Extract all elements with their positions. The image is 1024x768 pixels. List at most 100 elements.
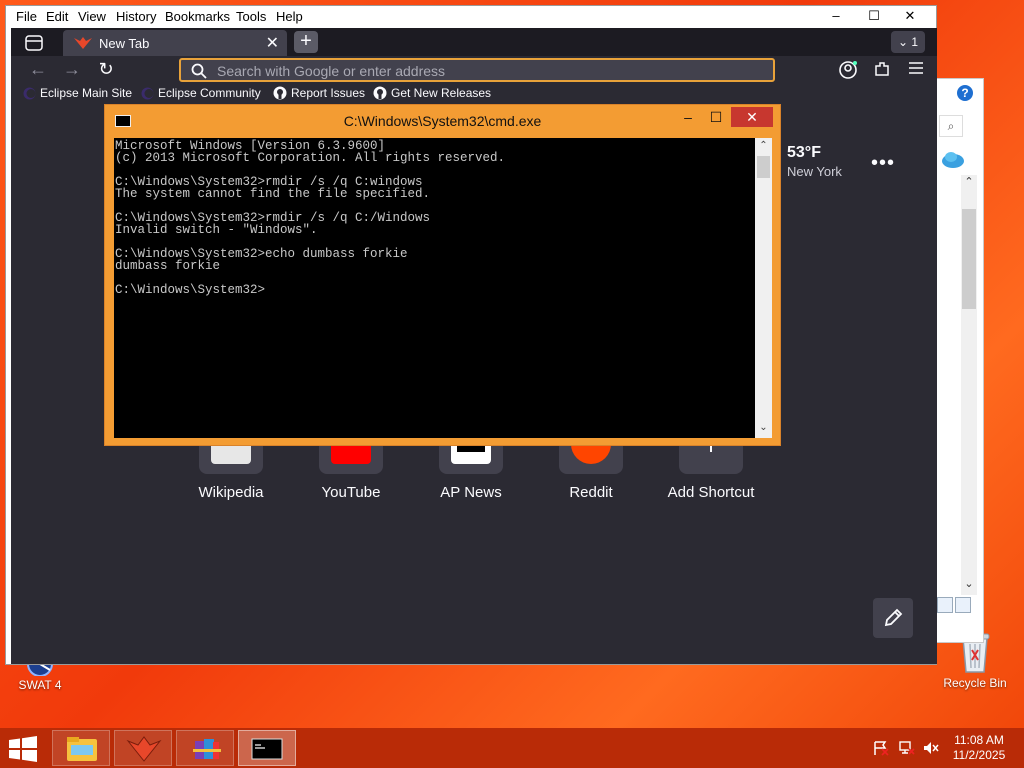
new-tab-button[interactable]: + <box>294 31 318 53</box>
puzzle-icon <box>875 62 889 76</box>
scroll-up-icon[interactable]: ⌃ <box>961 175 977 188</box>
weather-cloud-icon <box>941 149 965 169</box>
scrollbar-thumb[interactable] <box>757 156 770 178</box>
menu-bookmarks[interactable]: Bookmarks <box>165 9 230 24</box>
cmd-close-button[interactable]: ✕ <box>731 107 773 127</box>
bookmarks-toolbar: Eclipse Main Site Eclipse Community Repo… <box>11 84 937 104</box>
help-icon[interactable]: ? <box>957 85 973 101</box>
system-clock[interactable]: 11:08 AM 11/2/2025 <box>944 733 1014 763</box>
shortcut-label: Wikipedia <box>198 484 264 501</box>
tab-list-icon <box>25 35 43 51</box>
github-icon <box>373 86 387 100</box>
cmd-scrollbar[interactable]: ⌃ ⌄ <box>755 138 772 438</box>
scrollbar-thumb[interactable] <box>962 209 976 309</box>
console-line: C:\Windows\System32> <box>115 283 266 297</box>
archive-icon <box>193 739 221 759</box>
shortcut-label: AP News <box>440 484 502 501</box>
close-button[interactable]: ✕ <box>892 6 928 26</box>
all-tabs-button[interactable]: ⌄ 1 <box>891 31 925 53</box>
start-button[interactable] <box>8 736 38 762</box>
account-button[interactable] <box>837 60 859 80</box>
details-view-icon[interactable] <box>937 597 953 613</box>
preview-view-icon[interactable] <box>955 597 971 613</box>
menu-button[interactable] <box>905 60 927 80</box>
windows-logo-icon <box>9 736 37 762</box>
taskbar-winrar[interactable] <box>176 730 234 766</box>
chevron-down-icon: ⌄ <box>897 35 909 49</box>
bookmark-label: Eclipse Community <box>158 86 261 100</box>
url-bar[interactable]: Search with Google or enter address <box>179 58 775 82</box>
search-icon <box>191 63 207 79</box>
menu-tools[interactable]: Tools <box>236 9 266 24</box>
eclipse-icon <box>141 87 154 100</box>
bookmark-label: Get New Releases <box>391 86 492 100</box>
bookmark-eclipse-community[interactable]: Eclipse Community <box>141 86 261 100</box>
url-bar-placeholder: Search with Google or enter address <box>217 63 446 79</box>
extensions-button[interactable] <box>871 60 893 80</box>
github-icon <box>273 86 287 100</box>
navigation-toolbar: ← → ↻ Search with Google or enter addres… <box>11 56 937 84</box>
weather-widget[interactable]: 53°F New York <box>787 144 842 179</box>
weather-temperature: 53°F <box>787 144 821 161</box>
console-line: Invalid switch - "Windows". <box>115 223 318 237</box>
volume-muted-icon[interactable] <box>922 740 940 756</box>
browser-logo-icon <box>74 37 92 49</box>
console-line: (c) 2013 Microsoft Corporation. All righ… <box>115 151 506 165</box>
customize-button[interactable] <box>873 598 913 638</box>
scroll-down-icon[interactable]: ⌄ <box>961 577 977 590</box>
cmd-window[interactable]: C:\Windows\System32\cmd.exe – ☐ ✕ Micros… <box>104 104 781 446</box>
desktop-icon-label: SWAT 4 <box>18 678 62 692</box>
scroll-down-icon[interactable]: ⌄ <box>755 422 772 433</box>
network-icon[interactable] <box>898 740 916 756</box>
menu-edit[interactable]: Edit <box>46 9 68 24</box>
search-icon[interactable]: ⌕ <box>939 115 963 137</box>
clock-date: 11/2/2025 <box>952 748 1006 762</box>
menu-bar: File Edit View History Bookmarks Tools H… <box>6 6 936 28</box>
weather-more-icon[interactable]: ••• <box>871 152 895 175</box>
menu-file[interactable]: File <box>16 9 37 24</box>
cmd-console[interactable]: Microsoft Windows [Version 6.3.9600] (c) … <box>114 138 755 438</box>
cmd-minimize-button[interactable]: – <box>673 107 703 127</box>
forward-button[interactable]: → <box>61 60 83 80</box>
shortcut-label: YouTube <box>321 484 381 501</box>
bookmark-report-issues[interactable]: Report Issues <box>273 86 365 100</box>
maximize-button[interactable]: ☐ <box>856 6 892 26</box>
taskbar: 11:08 AM 11/2/2025 <box>0 728 1024 768</box>
taskbar-browser[interactable] <box>114 730 172 766</box>
taskbar-cmd[interactable] <box>238 730 296 766</box>
shortcut-label: Reddit <box>569 484 613 501</box>
scroll-up-icon[interactable]: ⌃ <box>755 140 772 151</box>
bookmark-get-new-releases[interactable]: Get New Releases <box>373 86 491 100</box>
cmd-maximize-button[interactable]: ☐ <box>701 107 731 127</box>
shortcut-label: Add Shortcut <box>667 484 755 501</box>
browser-logo-icon <box>126 736 162 762</box>
bookmark-label: Eclipse Main Site <box>40 86 133 100</box>
folder-icon <box>67 737 97 761</box>
tab-close-icon[interactable]: ✕ <box>266 33 279 53</box>
tab-new-tab[interactable]: New Tab ✕ <box>63 30 287 56</box>
back-button[interactable]: ← <box>27 60 49 80</box>
desktop-icon-label: Recycle Bin <box>943 676 1007 690</box>
console-line: dumbass forkie <box>115 259 221 273</box>
tab-list-button[interactable] <box>21 32 47 54</box>
bookmark-eclipse-main-site[interactable]: Eclipse Main Site <box>23 86 132 100</box>
hamburger-icon <box>909 62 923 74</box>
menu-help[interactable]: Help <box>276 9 303 24</box>
background-window[interactable]: ? ⌕ ⌃ ⌄ <box>932 78 984 643</box>
weather-city: New York <box>787 164 842 179</box>
tab-strip: New Tab ✕ + ⌄ 1 <box>11 28 937 56</box>
menu-history[interactable]: History <box>116 9 156 24</box>
action-center-flag-icon[interactable] <box>872 740 890 756</box>
cmd-icon <box>251 738 283 760</box>
reload-button[interactable]: ↻ <box>95 60 117 80</box>
taskbar-file-explorer[interactable] <box>52 730 110 766</box>
minimize-button[interactable]: – <box>818 6 854 26</box>
menu-view[interactable]: View <box>78 9 106 24</box>
cmd-title-bar[interactable]: C:\Windows\System32\cmd.exe – ☐ ✕ <box>105 105 780 135</box>
tab-count: 1 <box>911 35 919 49</box>
console-line: The system cannot find the file specifie… <box>115 187 431 201</box>
pencil-icon <box>884 608 903 627</box>
tab-title: New Tab <box>99 36 150 51</box>
eclipse-icon <box>23 87 36 100</box>
account-icon <box>839 61 857 79</box>
